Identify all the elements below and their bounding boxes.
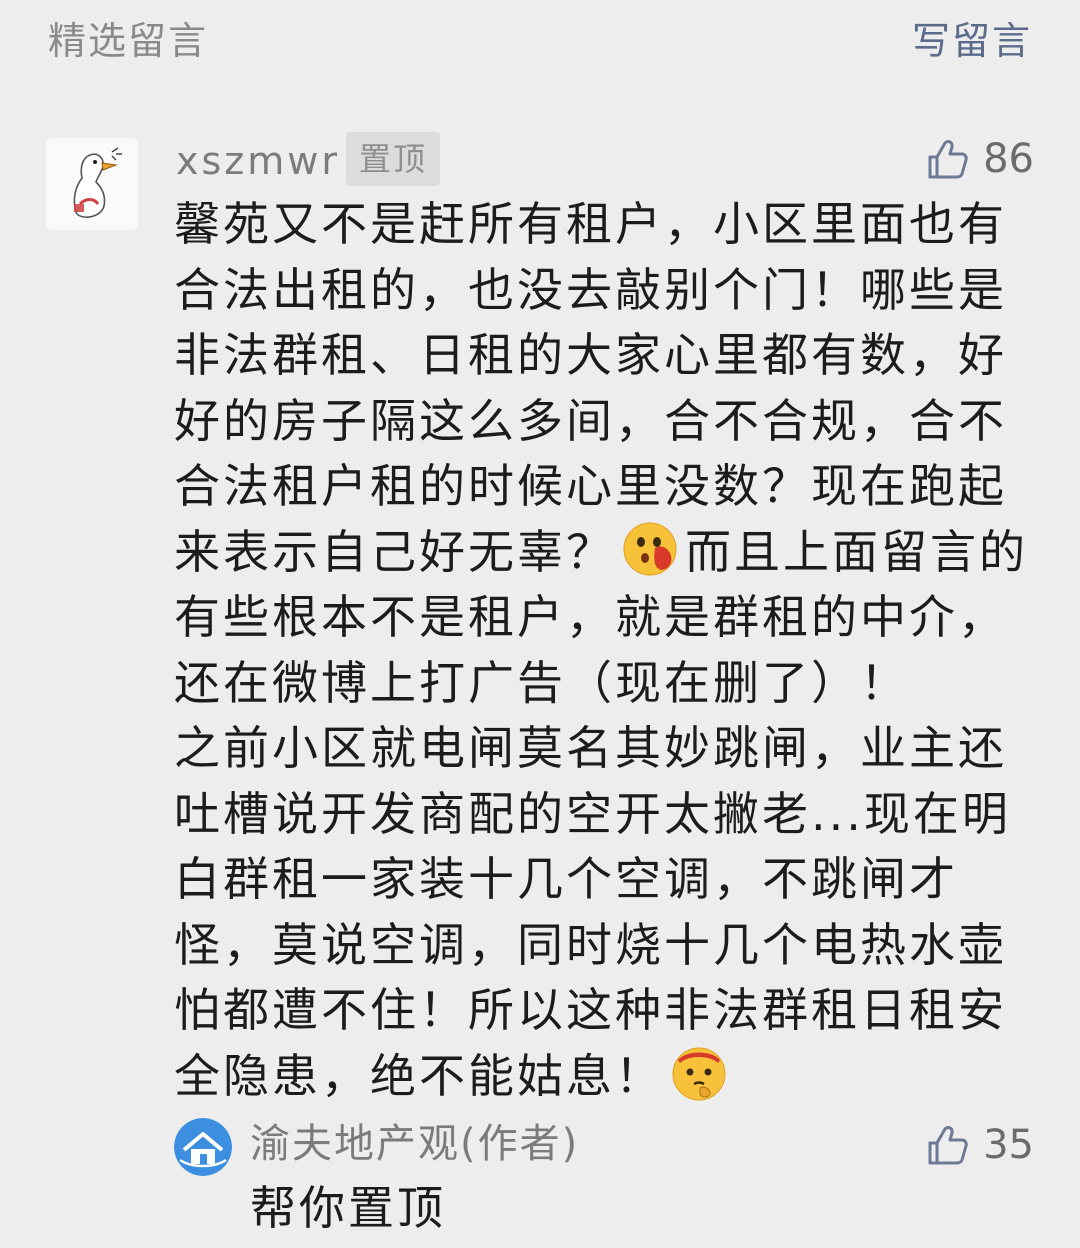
shocked-face-emoji-icon [623, 522, 677, 575]
thinking-face-emoji-icon [672, 1047, 726, 1100]
reply-author[interactable]: 渝夫地产观(作者) [250, 1116, 579, 1172]
comment-line: 怕都遭不住！所以这种非法群租日租安 [174, 983, 1007, 1037]
comment-line: 吐槽说开发商配的空开太撇老...现在明 [174, 786, 1011, 841]
comment-line: 还在微博上打广告（现在删了）！ [174, 655, 909, 710]
comment-line: 馨苑又不是赶所有租户，小区里面也有 [174, 197, 1007, 251]
avatar[interactable] [46, 138, 138, 230]
comment-body: 馨苑又不是赶所有租户，小区里面也有 合法出租的，也没去敲别个门！哪些是 非法群租… [174, 192, 1025, 1110]
comment-line: 非法群租、日租的大家心里都有数，好 [174, 328, 1007, 382]
comment-line: 合法出租的，也没去敲别个门！哪些是 [174, 262, 1007, 317]
comment-line: 之前小区就电闸莫名其妙跳闸，业主还 [174, 721, 1007, 775]
pinned-badge: 置顶 [346, 132, 440, 186]
comment-line-part: 而且上面留言的 [685, 524, 1028, 579]
section-title: 精选留言 [48, 19, 209, 63]
write-comment-button[interactable]: 写留言 [912, 14, 1032, 68]
comment-like-button[interactable]: 86 [925, 132, 1034, 186]
comment-line-part: 全隐患，绝不能姑息！ [174, 1048, 664, 1103]
comment-line: 来表示自己好无辜？ 而且上面留言的 [174, 520, 1025, 586]
comment-line: 有些根本不是租户，就是群租的中介， [174, 590, 1007, 644]
like-count: 86 [983, 136, 1034, 182]
comment-line: 怪，莫说空调，同时烧十几个电热水壶 [174, 917, 1007, 972]
comment-line: 好的房子隔这么多间，合不合规，合不 [174, 393, 1007, 448]
like-count: 35 [983, 1122, 1034, 1168]
goose-avatar-icon [46, 138, 138, 230]
house-logo-icon [174, 1118, 232, 1176]
reply-like-button[interactable]: 35 [925, 1118, 1034, 1172]
thumbs-up-icon [928, 140, 968, 179]
comment-line: 合法租户租的时候心里没数？现在跑起 [174, 459, 1007, 513]
reply-text: 帮你置顶 [250, 1181, 446, 1235]
thumbs-up-icon [928, 1126, 968, 1165]
comments-header: 精选留言 写留言 [0, 0, 1080, 84]
comment-line: 白群租一家装十几个空调，不跳闸才 [174, 852, 958, 906]
comment-line-part: 来表示自己好无辜？ [174, 524, 615, 579]
author-avatar[interactable] [174, 1118, 232, 1176]
comment-username[interactable]: xszmwr [176, 134, 340, 188]
comment-line: 全隐患，绝不能姑息！ [174, 1044, 1024, 1110]
